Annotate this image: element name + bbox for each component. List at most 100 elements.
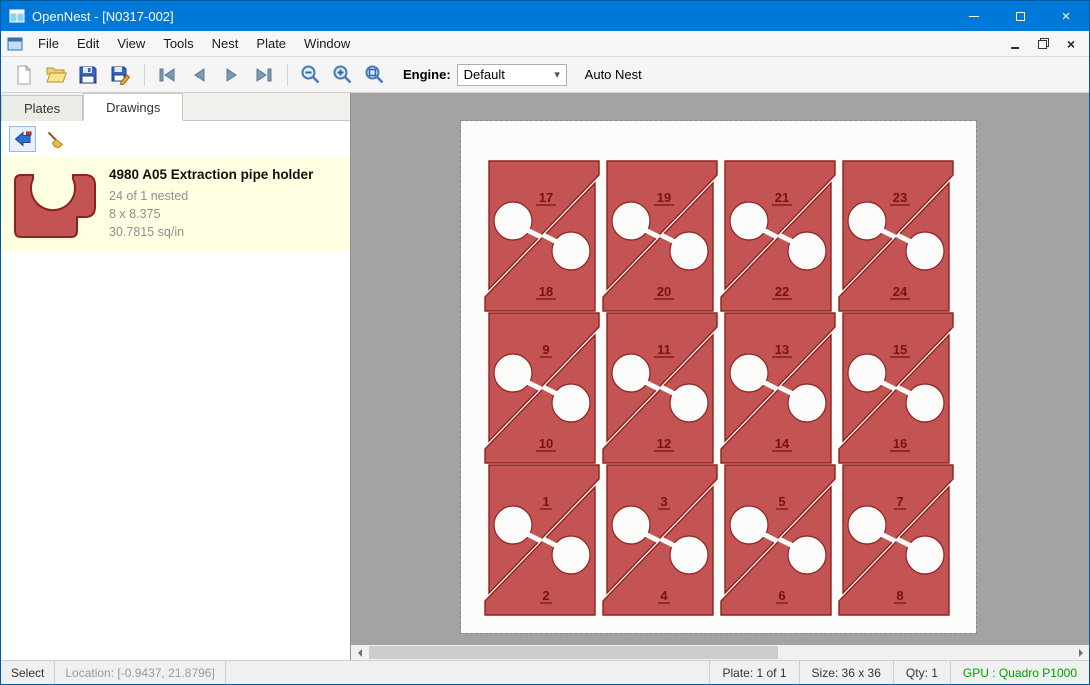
- statusbar-spacer: [226, 661, 710, 684]
- menu-item-file[interactable]: File: [29, 31, 68, 56]
- pipe-hole: [494, 354, 532, 392]
- drawing-list-item[interactable]: 4980 A05 Extraction pipe holder 24 of 1 …: [1, 157, 350, 251]
- main-toolbar: Engine: Default ▾ Auto Nest: [1, 57, 1089, 93]
- menu-item-view[interactable]: View: [108, 31, 154, 56]
- part-number[interactable]: 5: [778, 494, 785, 509]
- maximize-button[interactable]: [997, 1, 1043, 31]
- part-number[interactable]: 6: [778, 588, 785, 603]
- menu-item-plate[interactable]: Plate: [247, 31, 295, 56]
- scrollbar-thumb[interactable]: [369, 646, 778, 659]
- nest-pair: 21 22: [721, 161, 835, 311]
- zoom-in-button[interactable]: [327, 60, 357, 90]
- part-number[interactable]: 8: [896, 588, 903, 603]
- part-area: 30.7815 sq/in: [109, 223, 313, 241]
- zoom-out-button[interactable]: [295, 60, 325, 90]
- save-edit-button[interactable]: [105, 60, 135, 90]
- zoom-out-icon: [300, 64, 321, 85]
- import-drawing-button[interactable]: [9, 126, 36, 152]
- left-arrow-icon: [354, 649, 362, 657]
- mdi-close-button[interactable]: ×: [1059, 34, 1083, 54]
- part-number[interactable]: 3: [660, 494, 667, 509]
- first-plate-button[interactable]: [152, 60, 182, 90]
- part-number[interactable]: 24: [893, 284, 908, 299]
- minimize-icon: [969, 16, 979, 17]
- status-size: Size: 36 x 36: [799, 661, 893, 684]
- app-icon: [9, 9, 25, 23]
- pipe-hole: [730, 202, 768, 240]
- part-number[interactable]: 12: [657, 436, 671, 451]
- horizontal-scrollbar[interactable]: [351, 645, 1089, 660]
- status-bar: Select Location: [-0.9437, 21.8796] Plat…: [1, 660, 1089, 684]
- chevron-down-icon: ▾: [549, 68, 566, 81]
- new-file-icon: [14, 65, 34, 85]
- new-file-button[interactable]: [9, 60, 39, 90]
- scrollbar-track[interactable]: [367, 645, 1073, 660]
- part-dimensions: 8 x 8.375: [109, 205, 313, 223]
- mdi-minimize-button[interactable]: [1003, 34, 1027, 54]
- part-number[interactable]: 19: [657, 190, 671, 205]
- clear-drawings-button[interactable]: [42, 126, 69, 152]
- thumbnail-part-shape: [15, 175, 95, 237]
- pipe-hole: [730, 506, 768, 544]
- part-number[interactable]: 13: [775, 342, 789, 357]
- menu-item-nest[interactable]: Nest: [203, 31, 248, 56]
- part-number[interactable]: 11: [657, 342, 671, 357]
- nest-pair: 1516: [839, 313, 953, 463]
- menu-item-window[interactable]: Window: [295, 31, 359, 56]
- tab-drawings[interactable]: Drawings: [83, 93, 183, 121]
- part-number[interactable]: 16: [893, 436, 907, 451]
- auto-nest-button[interactable]: Auto Nest: [585, 67, 642, 82]
- next-plate-button[interactable]: [216, 60, 246, 90]
- open-file-button[interactable]: [41, 60, 71, 90]
- pipe-hole: [906, 232, 944, 270]
- pipe-hole: [730, 354, 768, 392]
- part-number[interactable]: 18: [539, 284, 553, 299]
- tab-plates[interactable]: Plates: [1, 95, 83, 121]
- save-button[interactable]: [73, 60, 103, 90]
- previous-arrow-icon: [191, 67, 208, 83]
- pipe-hole: [848, 354, 886, 392]
- part-number[interactable]: 4: [660, 588, 668, 603]
- part-number[interactable]: 2: [542, 588, 549, 603]
- canvas-view[interactable]: 171819202122232491011121314151612345678: [351, 93, 1089, 645]
- engine-select[interactable]: Default ▾: [457, 64, 567, 86]
- pipe-hole: [612, 506, 650, 544]
- engine-label: Engine:: [403, 67, 451, 82]
- part-number[interactable]: 20: [657, 284, 671, 299]
- part-number[interactable]: 23: [893, 190, 907, 205]
- toolbar-separator: [144, 64, 145, 86]
- part-number[interactable]: 17: [539, 190, 553, 205]
- part-number[interactable]: 21: [775, 190, 789, 205]
- status-mode: Select: [1, 661, 55, 684]
- part-number[interactable]: 10: [539, 436, 553, 451]
- next-arrow-icon: [223, 67, 240, 83]
- save-icon: [78, 65, 98, 85]
- mdi-restore-button[interactable]: [1031, 34, 1055, 54]
- close-button[interactable]: ×: [1043, 1, 1089, 31]
- pipe-hole: [552, 232, 590, 270]
- scroll-right-button[interactable]: [1073, 645, 1089, 660]
- part-number[interactable]: 7: [896, 494, 903, 509]
- menu-item-edit[interactable]: Edit: [68, 31, 108, 56]
- document-icon[interactable]: [7, 37, 23, 51]
- back-arrow-icon: [14, 131, 32, 147]
- part-number[interactable]: 15: [893, 342, 907, 357]
- zoom-fit-icon: [364, 64, 385, 85]
- previous-plate-button[interactable]: [184, 60, 214, 90]
- zoom-fit-button[interactable]: [359, 60, 389, 90]
- part-number[interactable]: 1: [542, 494, 549, 509]
- scroll-left-button[interactable]: [351, 645, 367, 660]
- minimize-button[interactable]: [951, 1, 997, 31]
- pipe-hole: [788, 232, 826, 270]
- status-gpu: GPU : Quadro P1000: [950, 661, 1089, 684]
- nest-canvas[interactable]: 171819202122232491011121314151612345678: [351, 93, 1089, 660]
- plate[interactable]: 171819202122232491011121314151612345678: [461, 121, 976, 633]
- part-number[interactable]: 22: [775, 284, 789, 299]
- last-plate-button[interactable]: [248, 60, 278, 90]
- nest-pair: 23 24: [839, 161, 953, 311]
- close-icon: ×: [1067, 37, 1075, 51]
- menu-item-tools[interactable]: Tools: [154, 31, 202, 56]
- part-number[interactable]: 9: [542, 342, 549, 357]
- pipe-hole: [788, 536, 826, 574]
- part-number[interactable]: 14: [775, 436, 790, 451]
